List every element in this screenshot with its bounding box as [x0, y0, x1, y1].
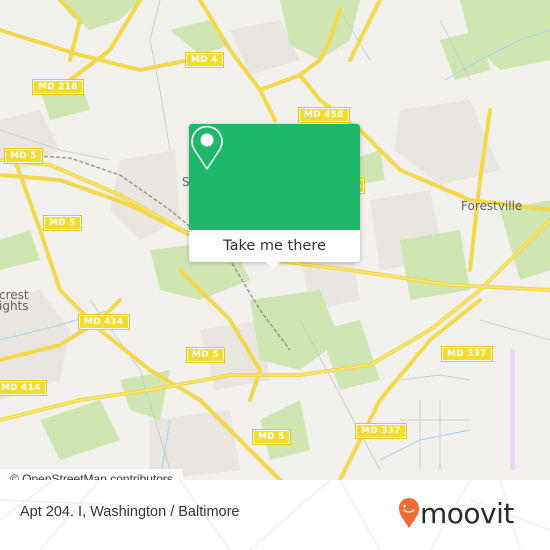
- place-label-hillcrest-heights: ights: [0, 299, 29, 313]
- moovit-wordmark: moovit: [420, 497, 514, 530]
- map-view[interactable]: MD 4 MD 218 MD 458 MD 5 MD 5 4 MD 414 MD…: [0, 0, 550, 480]
- take-me-there-button[interactable]: Take me there: [189, 230, 360, 262]
- popup-pointer: [265, 261, 281, 269]
- road-shield-md-337: MD 337: [441, 346, 493, 362]
- address-label: Apt 204. I, Washington / Baltimore: [20, 504, 240, 520]
- moovit-logo[interactable]: moovit: [398, 495, 538, 535]
- road-shield-md-458: MD 458: [298, 107, 350, 123]
- moovit-pin-icon: [399, 498, 419, 528]
- map-attribution[interactable]: © OpenStreetMap contributors: [0, 469, 183, 480]
- location-popup: Take me there: [189, 124, 360, 269]
- road-shield-md-218: MD 218: [32, 79, 84, 95]
- road-shield-md-414: MD 414: [0, 380, 47, 396]
- place-label-forestville: Forestville: [461, 199, 523, 213]
- road-shield-md-5: MD 5: [252, 429, 291, 445]
- popup-header: [189, 124, 360, 230]
- road-shield-md-337: MD 337: [355, 423, 407, 439]
- footer-bar: Apt 204. I, Washington / Baltimore moovi…: [0, 480, 550, 550]
- road-shield-md-414: MD 414: [78, 314, 130, 330]
- runway-area: [510, 350, 515, 470]
- road-shield-md-5: MD 5: [43, 215, 82, 231]
- road-shield-md-4: MD 4: [185, 52, 224, 68]
- location-pin-icon: [191, 125, 223, 170]
- road-shield-md-5: MD 5: [4, 148, 43, 164]
- road-shield-md-5: MD 5: [186, 347, 225, 363]
